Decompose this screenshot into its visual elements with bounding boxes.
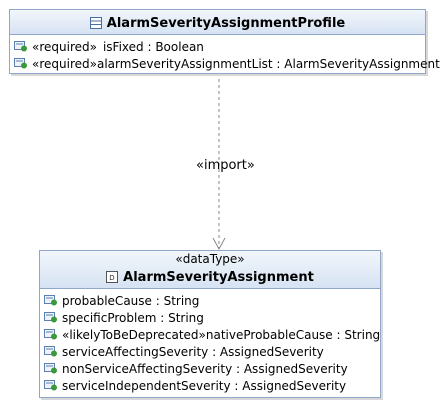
- attribute-row[interactable]: serviceIndependentSeverity : AssignedSev…: [44, 377, 380, 394]
- attribute-icon: [44, 295, 57, 306]
- attribute-text: specificProblem : String: [62, 310, 204, 325]
- attribute-text: serviceAffectingSeverity : AssignedSever…: [62, 344, 324, 359]
- attribute-stereotype: «likelyToBeDeprecated»: [62, 327, 206, 342]
- attribute-icon: [44, 329, 57, 340]
- attribute-text: serviceIndependentSeverity : AssignedSev…: [62, 378, 347, 393]
- attribute-text: isFixed : Boolean: [102, 39, 204, 54]
- datatype-stereotype: «dataType»: [175, 252, 245, 266]
- attribute-icon: [44, 346, 57, 357]
- attribute-text: nonServiceAffectingSeverity : AssignedSe…: [62, 361, 348, 376]
- attribute-row[interactable]: nonServiceAffectingSeverity : AssignedSe…: [44, 360, 380, 377]
- svg-text:D: D: [109, 274, 114, 282]
- datatype-header: «dataType» D AlarmSeverityAssignment: [40, 251, 380, 289]
- attribute-stereotype: «required»: [32, 56, 97, 71]
- attribute-text: nativeProbableCause : String: [205, 327, 381, 342]
- profile-header: AlarmSeverityAssignmentProfile: [10, 10, 425, 35]
- attribute-icon: [14, 58, 27, 69]
- import-label: «import»: [196, 158, 255, 173]
- attribute-row[interactable]: «required» alarmSeverityAssignmentList :…: [14, 55, 440, 72]
- profile-class[interactable]: AlarmSeverityAssignmentProfile «required…: [9, 9, 440, 74]
- datatype-icon: D: [106, 271, 119, 283]
- datatype-class[interactable]: «dataType» D AlarmSeverityAssignment pro…: [39, 250, 381, 398]
- attribute-row[interactable]: «required» isFixed : Boolean: [14, 38, 425, 55]
- profile-attribute-list: «required» isFixed : Boolean «required» …: [10, 35, 440, 74]
- attribute-row[interactable]: serviceAffectingSeverity : AssignedSever…: [44, 343, 380, 360]
- attribute-icon: [44, 363, 57, 374]
- attribute-text: probableCause : String: [62, 293, 200, 308]
- attribute-row[interactable]: specificProblem : String: [44, 309, 380, 326]
- attribute-icon: [44, 380, 57, 391]
- attribute-text: alarmSeverityAssignmentList : AlarmSever…: [96, 56, 440, 71]
- attribute-icon: [44, 312, 57, 323]
- attribute-row[interactable]: «likelyToBeDeprecated» nativeProbableCau…: [44, 326, 380, 343]
- attribute-icon: [14, 41, 27, 52]
- attribute-row[interactable]: probableCause : String: [44, 292, 380, 309]
- datatype-attribute-list: probableCause : String specificProblem :…: [40, 289, 380, 396]
- datatype-name: AlarmSeverityAssignment: [123, 270, 314, 285]
- profile-name: AlarmSeverityAssignmentProfile: [106, 16, 346, 31]
- class-icon: [89, 17, 102, 29]
- attribute-stereotype: «required»: [32, 39, 97, 54]
